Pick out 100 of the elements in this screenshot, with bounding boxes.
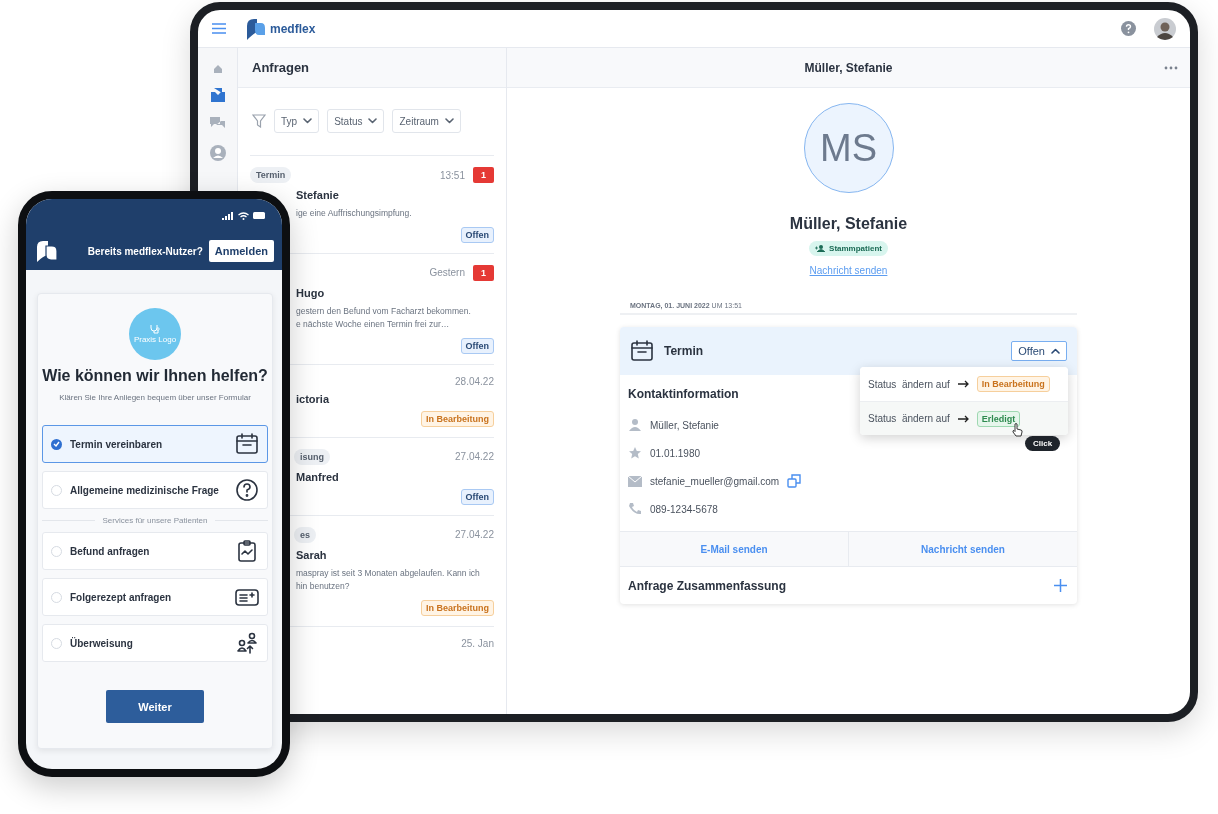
- item-time: 27.04.22: [455, 529, 494, 541]
- message-preview: ige eine Auffrischungsimpfung.: [296, 207, 412, 220]
- battery-icon: [253, 212, 266, 219]
- wifi-icon: [238, 211, 249, 220]
- state-select-button[interactable]: Offen: [1011, 341, 1067, 361]
- section-title: Kontaktinformation: [628, 387, 740, 401]
- patient-name: Manfred: [296, 470, 339, 483]
- logo-icon: [244, 17, 266, 40]
- inbox-icon[interactable]: [208, 86, 227, 104]
- menu-icon[interactable]: [212, 23, 226, 34]
- hand-cursor-icon: [1012, 423, 1023, 437]
- filter-dropdown[interactable]: Status: [327, 109, 385, 133]
- type-tag: Termin: [250, 167, 292, 183]
- chevron-icon: [444, 118, 454, 124]
- contact-text: 089-1234-5678: [650, 503, 718, 515]
- option-item[interactable]: Folgerezept anfragen: [42, 578, 268, 616]
- logo-icon: [36, 240, 58, 262]
- status-badge: Offen: [460, 488, 494, 505]
- status-badge: Erledigt: [976, 410, 1021, 427]
- plus-icon[interactable]: [1054, 579, 1067, 592]
- home-icon[interactable]: [212, 64, 223, 74]
- menu-label: Status ändern auf: [868, 378, 950, 390]
- contact-text: 01.01.1980: [650, 447, 701, 459]
- referral-icon: [235, 631, 259, 655]
- patient-name: ictoria: [296, 392, 329, 405]
- message-preview: gestern den Befund vom Facharzt bekommen. e nächste Woche einen Termin frei zur…: [296, 304, 471, 332]
- unread-count: 1: [473, 167, 494, 183]
- radio-button[interactable]: [51, 438, 62, 450]
- patient-name: Stefanie: [296, 189, 339, 201]
- item-time: 25. Jan: [461, 637, 494, 649]
- filter-dropdown[interactable]: Typ: [274, 109, 320, 133]
- next-button[interactable]: Weiter: [106, 690, 204, 723]
- option-item[interactable]: Allgemeine medizinische Frage: [42, 471, 268, 509]
- contact-text: stefanie_mueller@gmail.com: [650, 475, 780, 487]
- filter-dropdown[interactable]: Zeitraum: [392, 109, 461, 133]
- patient-badge: Stammpatient: [809, 241, 888, 256]
- menu-item[interactable]: Status ändern auf Erledigt: [860, 401, 1068, 435]
- login-button[interactable]: Anmelden: [208, 240, 274, 262]
- initials-avatar: MS: [803, 103, 894, 193]
- item-time: 13:51: [439, 169, 465, 181]
- question-icon: [235, 478, 259, 502]
- login-prompt: Bereits medflex-Nutzer?: [86, 245, 203, 257]
- more-icon[interactable]: [1164, 65, 1178, 70]
- contact-text: Müller, Stefanie: [650, 419, 719, 431]
- chevron-icon: [303, 118, 313, 124]
- stethoscope-icon: [149, 324, 161, 334]
- card-title: Termin: [664, 344, 705, 358]
- radio-button[interactable]: [51, 545, 62, 557]
- form-heading: Wie können wir Ihnen helfen?: [42, 367, 268, 385]
- filter-icon[interactable]: [252, 114, 266, 128]
- star-icon: [628, 446, 642, 460]
- section-label: Services für unsere Patienten: [102, 516, 208, 525]
- option-label: Folgerezept anfragen: [70, 591, 173, 603]
- radio-button[interactable]: [51, 484, 62, 496]
- help-icon[interactable]: [1121, 21, 1136, 36]
- menu-item[interactable]: Status ändern auf In Bearbeitung: [860, 367, 1068, 401]
- person-icon: [628, 418, 642, 432]
- status-badge: In Bearbeitung: [421, 599, 494, 616]
- header-name: Müller, Stefanie: [804, 60, 893, 75]
- item-time: Gestern: [429, 267, 465, 279]
- phone-icon: [628, 502, 642, 516]
- calendar-icon: [235, 432, 259, 456]
- item-time: 28.04.22: [455, 375, 494, 387]
- option-label: Allgemeine medizinische Frage: [70, 484, 220, 496]
- message-preview: maspray ist seit 3 Monaten abgelaufen. Kann ich hin benutzen?: [296, 566, 480, 594]
- signal-icon: [222, 211, 234, 220]
- item-time: 27.04.22: [455, 451, 494, 463]
- option-label: Überweisung: [70, 637, 134, 649]
- option-item[interactable]: Überweisung: [42, 624, 268, 662]
- summary-title: Anfrage Zusammenfassung: [628, 578, 787, 593]
- envelope-icon: [628, 475, 642, 487]
- arrow-icon: [957, 414, 969, 423]
- clipboard-icon: [235, 539, 259, 563]
- user-icon[interactable]: [208, 144, 227, 162]
- patient-name: Müller, Stefanie: [789, 215, 908, 233]
- radio-button[interactable]: [51, 591, 62, 603]
- status-badge: In Bearbeitung: [421, 410, 494, 427]
- patient-name: Hugo: [296, 286, 325, 299]
- radio-button[interactable]: [51, 637, 62, 649]
- tooltip: Click: [1025, 436, 1061, 451]
- logo-text: Praxis Logo: [133, 335, 177, 344]
- status-badge: Offen: [460, 337, 494, 354]
- brand-name: medflex: [270, 21, 316, 36]
- user-avatar[interactable]: [1154, 17, 1176, 40]
- option-item[interactable]: Termin vereinbaren: [42, 425, 268, 463]
- type-tag: es: [294, 526, 316, 543]
- option-label: Befund anfragen: [70, 545, 151, 557]
- menu-label: Status ändern auf: [868, 413, 950, 424]
- patient-name: Sarah: [296, 548, 327, 561]
- copy-icon[interactable]: [787, 474, 802, 488]
- type-tag: isung: [294, 448, 330, 465]
- status-badge: Offen: [460, 226, 494, 243]
- form-subtitle: Klären Sie Ihre Anliegen bequem über unser Formular: [59, 393, 251, 402]
- chevron-icon: [368, 118, 378, 124]
- arrow-icon: [957, 380, 969, 388]
- status-badge: In Bearbeitung: [976, 376, 1050, 392]
- option-label: Termin vereinbaren: [70, 438, 164, 450]
- calendar-icon: [630, 339, 654, 363]
- unread-count: 1: [473, 264, 494, 281]
- option-item[interactable]: Befund anfragen: [42, 532, 268, 570]
